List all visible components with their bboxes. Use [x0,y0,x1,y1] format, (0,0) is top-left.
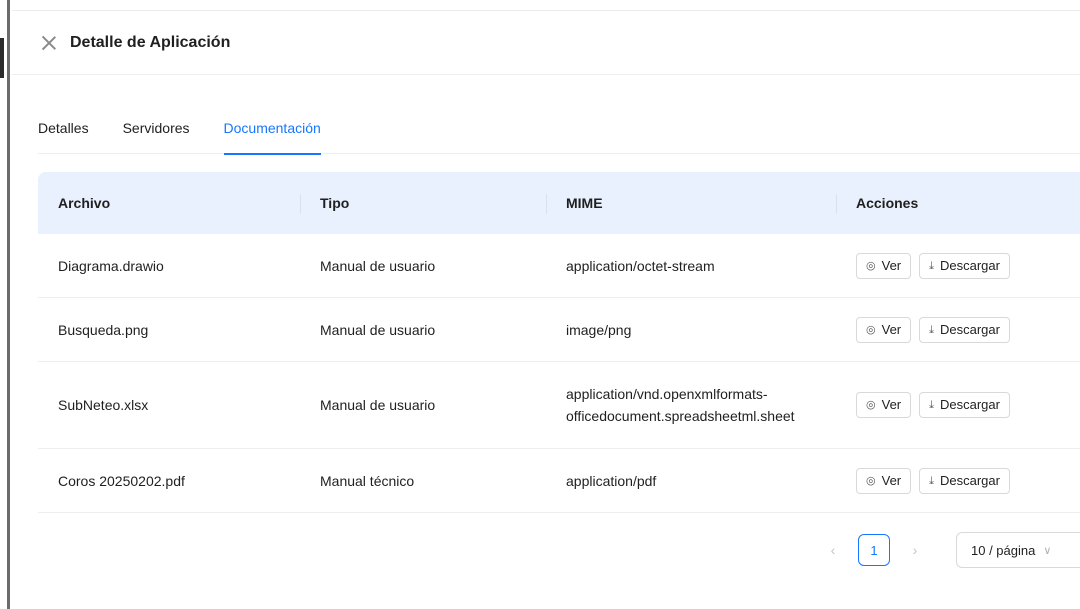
row-actions: ◎ Ver ⤓ Descargar [856,316,1080,343]
cell-acciones: ◎ Ver ⤓ Descargar [836,316,1080,343]
cell-acciones: ◎ Ver ⤓ Descargar [836,252,1080,279]
table-header: Archivo Tipo MIME Acciones [38,172,1080,234]
cell-archivo: SubNeteo.xlsx [58,397,149,413]
tab-bar: Detalles Servidores Documentación [38,108,1080,155]
row-actions: ◎ Ver ⤓ Descargar [856,467,1080,494]
cell-tipo: Manual técnico [320,472,415,489]
cell-archivo: Coros 20250202.pdf [58,472,185,489]
view-button[interactable]: ◎ Ver [856,467,912,494]
cell-tipo: Manual de usuario [320,257,436,274]
download-label: Descargar [940,321,1000,337]
drawer-header: Detalle de Aplicación [12,11,1080,75]
view-label: Ver [881,397,902,412]
cell-archivo: Diagrama.drawio [58,257,164,274]
mime-text: application/octet-stream [566,257,715,274]
download-button[interactable]: ⤓ Descargar [919,392,1010,418]
page-size-value: 10 / página [971,542,1036,558]
table-row: Coros 20250202.pdf Manual técnico applic… [38,449,1080,513]
left-edge [0,0,12,609]
download-icon: ⤓ [929,323,934,336]
cell-archivo: Busqueda.png [58,321,149,338]
pagination: ‹ 1 › 10 / página ∨ [818,532,1080,568]
row-actions: ◎ Ver ⤓ Descargar [856,392,1080,418]
eye-icon: ◎ [866,323,876,336]
download-button[interactable]: ⤓ Descargar [919,316,1010,343]
mime-text-continued: officedocument.spreadsheetml.sheet [566,408,795,424]
cell-tipo: Manual de usuario [320,321,436,338]
table-row: Busqueda.png Manual de usuario image/png… [38,298,1080,362]
download-icon: ⤓ [929,474,934,487]
download-label: Descargar [940,472,1000,488]
column-header-tipo: Tipo [300,172,546,234]
mime-text: image/png [566,321,632,338]
view-button[interactable]: ◎ Ver [856,252,912,279]
close-icon[interactable] [42,36,56,50]
cell-acciones: ◎ Ver ⤓ Descargar [836,392,1080,418]
tab-servidores[interactable]: Servidores [123,108,190,154]
table-row: SubNeteo.xlsx Manual de usuario applicat… [38,362,1080,449]
download-button[interactable]: ⤓ Descargar [919,467,1010,494]
mime-text: application/pdf [566,472,657,489]
cell-mime: application/pdf [546,470,836,492]
column-header-archivo: Archivo [58,195,111,211]
page-size-select[interactable]: 10 / página ∨ [956,532,1080,568]
edge-bar [7,0,10,609]
eye-icon: ◎ [866,259,876,272]
table-row: Diagrama.drawio Manual de usuario applic… [38,234,1080,298]
view-button[interactable]: ◎ Ver [856,316,912,343]
mime-text: application/vnd.openxmlformats- [566,386,768,402]
edge-bar-top [0,38,4,78]
view-label: Ver [881,472,902,488]
drawer-title: Detalle de Aplicación [70,33,231,51]
documents-table: Archivo Tipo MIME Acciones Diagrama.draw… [38,172,1080,513]
eye-icon: ◎ [866,474,876,487]
view-button[interactable]: ◎ Ver [856,392,912,418]
cell-acciones: ◎ Ver ⤓ Descargar [836,467,1080,494]
download-button[interactable]: ⤓ Descargar [919,252,1010,279]
cell-mime: application/vnd.openxmlformats- officedo… [546,383,836,427]
chevron-left-icon[interactable]: ‹ [818,542,848,558]
cell-mime: image/png [546,319,836,341]
tab-detalles[interactable]: Detalles [38,108,89,154]
view-label: Ver [881,321,902,337]
page-button-current[interactable]: 1 [858,534,890,566]
chevron-down-icon: ∨ [1043,544,1052,557]
download-icon: ⤓ [929,399,934,411]
chevron-right-icon[interactable]: › [900,542,930,558]
view-label: Ver [881,257,902,273]
download-label: Descargar [940,257,1000,273]
download-icon: ⤓ [929,259,934,272]
eye-icon: ◎ [866,399,876,411]
row-actions: ◎ Ver ⤓ Descargar [856,252,1080,279]
download-label: Descargar [940,397,1000,412]
cell-tipo: Manual de usuario [320,397,436,413]
column-header-acciones: Acciones [836,172,1080,234]
column-header-mime: MIME [546,172,836,234]
tab-documentacion[interactable]: Documentación [223,108,322,155]
cell-mime: application/octet-stream [546,255,836,277]
